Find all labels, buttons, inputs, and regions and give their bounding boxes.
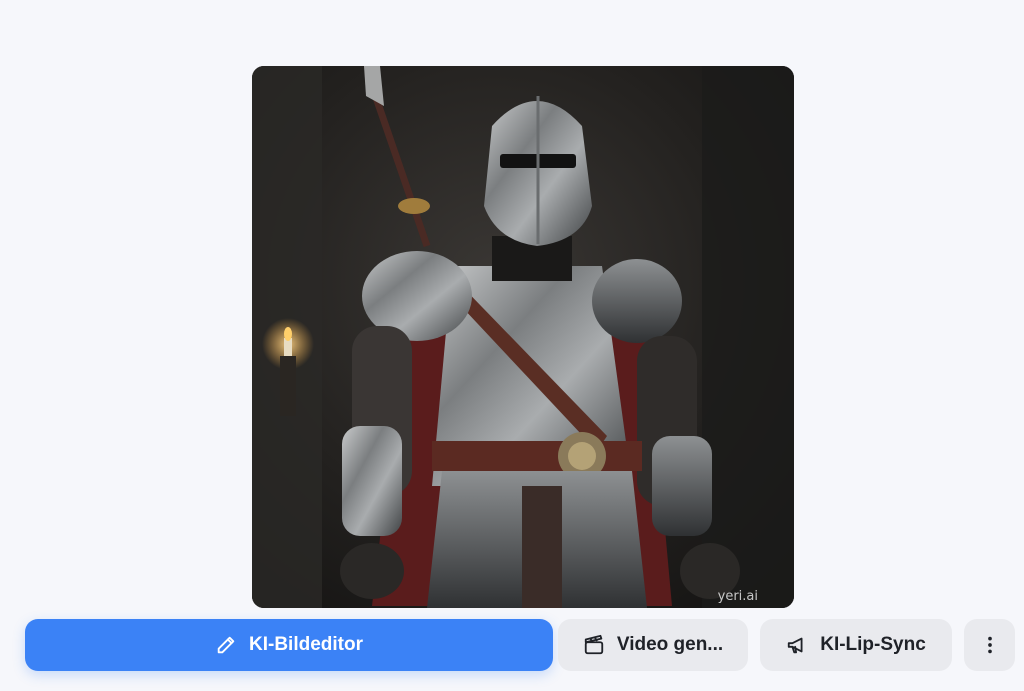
more-options-button[interactable]	[964, 619, 1015, 671]
page: yeri.ai KI-Bildeditor Video gen... KI-Li…	[0, 0, 1024, 691]
ai-image-editor-button[interactable]: KI-Bildeditor	[25, 619, 553, 671]
watermark: yeri.ai	[717, 589, 758, 604]
ai-lip-sync-button[interactable]: KI-Lip-Sync	[760, 619, 952, 671]
video-generate-label: Video gen...	[616, 634, 724, 655]
generated-image[interactable]: yeri.ai	[252, 66, 794, 608]
action-bar: KI-Bildeditor Video gen... KI-Lip-Sync	[25, 619, 1015, 671]
knight-image	[252, 66, 794, 608]
megaphone-icon	[786, 634, 808, 656]
ai-lip-sync-label: KI-Lip-Sync	[820, 634, 926, 655]
clapperboard-icon	[583, 634, 605, 656]
ai-image-editor-label: KI-Bildeditor	[249, 634, 363, 655]
pencil-icon	[215, 634, 237, 656]
video-generate-button[interactable]: Video gen...	[558, 619, 748, 671]
more-vertical-icon	[979, 634, 1001, 656]
